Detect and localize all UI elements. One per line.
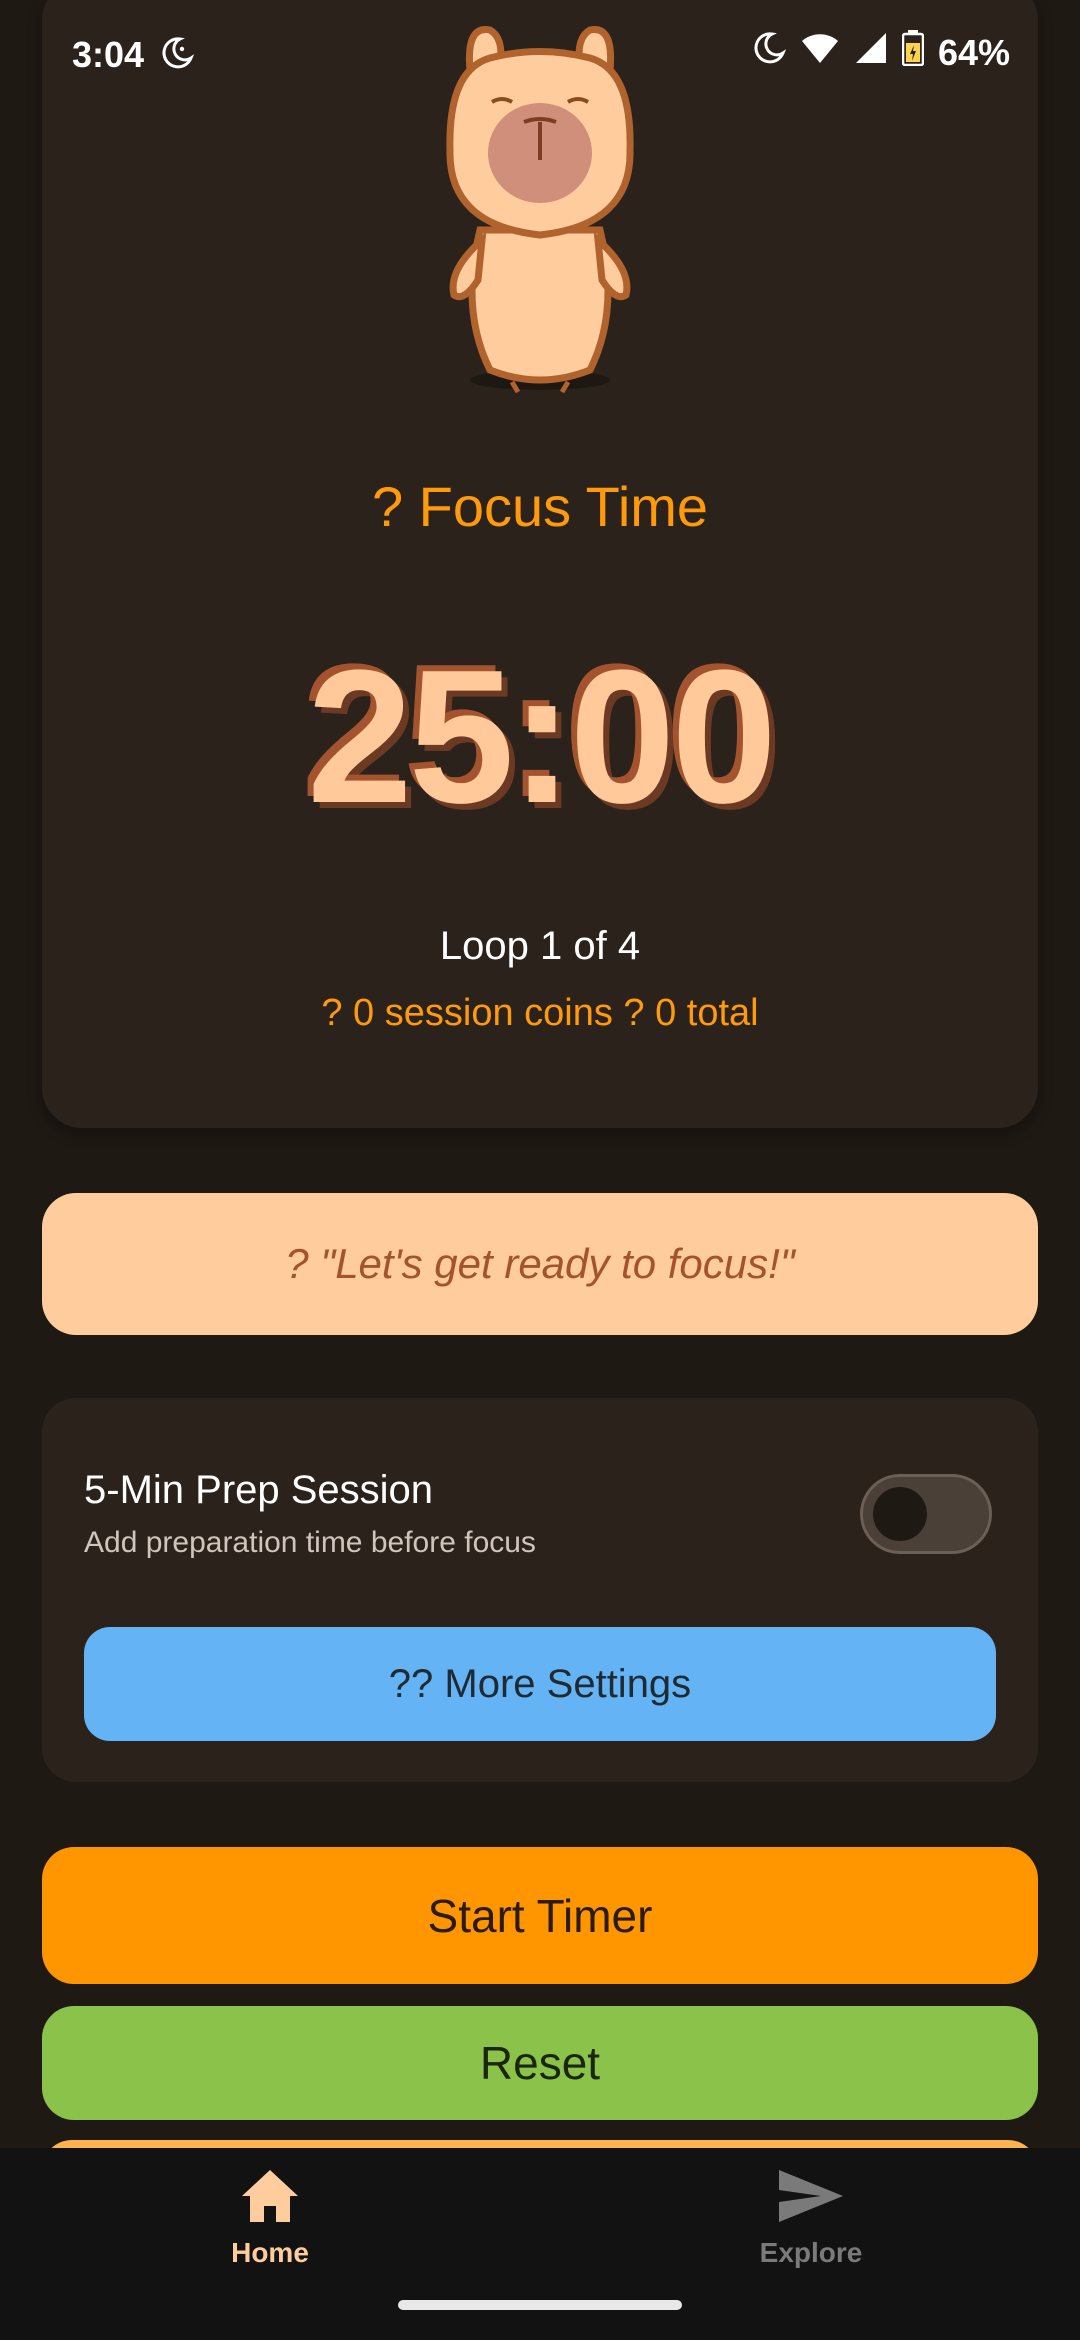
bottom-navigation: Home Explore [0, 2148, 1080, 2340]
toggle-knob [873, 1487, 927, 1541]
battery-percent: 64% [937, 31, 1010, 73]
reset-button[interactable]: Reset [42, 2006, 1038, 2120]
nav-home[interactable]: Home [170, 2168, 370, 2288]
start-timer-label: Start Timer [427, 1889, 653, 1942]
coins-summary: ? 0 session coins ? 0 total [321, 992, 759, 1034]
quote-text: ? "Let's get ready to focus!" [285, 1240, 795, 1287]
mode-title: ? Focus Time [371, 475, 709, 538]
moon-icon [752, 31, 787, 74]
nav-explore-label: Explore [759, 2237, 863, 2268]
more-settings-label: ?? More Settings [388, 1661, 692, 1706]
timer-display: 25:00 [307, 631, 777, 843]
settings-card: 5-Min Prep Session Add preparation time … [42, 1398, 1038, 1782]
wifi-icon [800, 31, 840, 74]
prep-session-title: 5-Min Prep Session [84, 1468, 434, 1512]
status-time: 3:04 [72, 34, 145, 75]
reset-label: Reset [479, 2037, 601, 2089]
signal-icon [854, 31, 888, 74]
dnd-icon [160, 36, 195, 79]
home-icon [240, 2168, 300, 2229]
start-timer-button[interactable]: Start Timer [42, 1847, 1038, 1984]
prep-session-subtitle: Add preparation time before focus [84, 1526, 536, 1559]
loop-counter: Loop 1 of 4 [439, 924, 641, 968]
prep-session-toggle[interactable] [860, 1474, 992, 1554]
send-icon [777, 2168, 845, 2229]
nav-explore[interactable]: Explore [711, 2168, 911, 2288]
more-settings-button[interactable]: ?? More Settings [84, 1627, 996, 1741]
nav-home-label: Home [231, 2237, 309, 2268]
quote-banner: ? "Let's get ready to focus!" [42, 1193, 1038, 1335]
status-icons: 64% [752, 30, 1010, 75]
battery-icon [901, 30, 925, 75]
capybara-mascot-illustration [420, 10, 660, 400]
gesture-handle[interactable] [398, 2300, 682, 2310]
